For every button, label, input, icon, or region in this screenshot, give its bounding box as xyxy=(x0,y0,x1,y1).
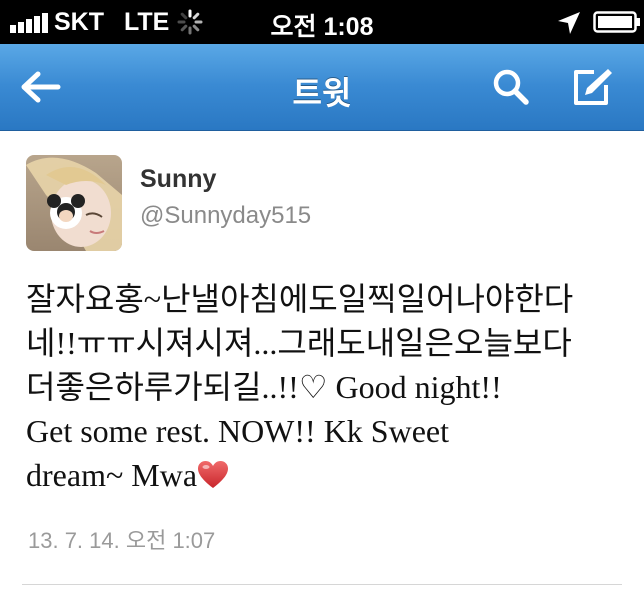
clock: 오전 1:08 xyxy=(270,13,374,41)
tweet-text-line: 네!!ㅠㅠ시져시져...그래도내일은오늘보다 xyxy=(26,325,572,361)
tweet-timestamp: 13. 7. 14. 오전 1:07 xyxy=(28,528,216,553)
tweet-text-line: dream~ Mwa xyxy=(26,457,198,493)
avatar-photo xyxy=(26,155,122,251)
user-display-name[interactable]: Sunny xyxy=(140,165,216,194)
page-title: 트윗 xyxy=(292,74,352,112)
status-bar: SKT LTE 오전 1:08 xyxy=(0,0,644,44)
tweet-text-line: 더좋은하루가되길..!!♡ Good night!! xyxy=(26,369,502,405)
tweet-detail: Sunny @Sunnyday515 잘자요홍~난낼아침에도일찍일어나야한다 네… xyxy=(0,131,644,594)
search-icon[interactable] xyxy=(489,65,533,109)
compose-icon[interactable] xyxy=(570,65,614,109)
heart-icon xyxy=(198,461,229,488)
location-arrow-icon xyxy=(558,12,580,34)
tweet-text-line: 잘자요홍~난낼아침에도일찍일어나야한다 xyxy=(26,281,574,317)
divider xyxy=(22,584,622,585)
tweet-text-line: Get some rest. NOW!! Kk Sweet xyxy=(26,413,449,449)
user-handle[interactable]: @Sunnyday515 xyxy=(140,202,311,230)
battery-icon xyxy=(593,11,640,33)
navigation-bar: 트윗 xyxy=(0,44,644,131)
tweet-text: 잘자요홍~난낼아침에도일찍일어나야한다 네!!ㅠㅠ시져시져...그래도내일은오늘… xyxy=(26,277,626,497)
avatar[interactable] xyxy=(26,155,122,251)
tweet-text-line-last: dream~ Mwa xyxy=(26,453,626,497)
